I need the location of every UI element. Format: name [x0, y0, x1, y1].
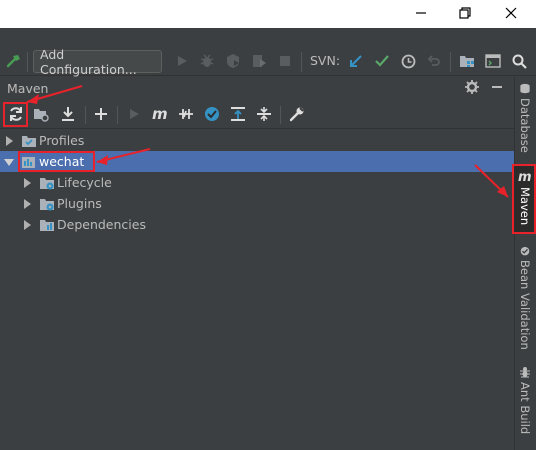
annotation-arrows [26, 85, 509, 198]
annotation-arrow-wechat [96, 148, 151, 165]
annotation-arrow-maven-tab [474, 164, 509, 198]
annotation-arrow-refresh [26, 85, 83, 104]
